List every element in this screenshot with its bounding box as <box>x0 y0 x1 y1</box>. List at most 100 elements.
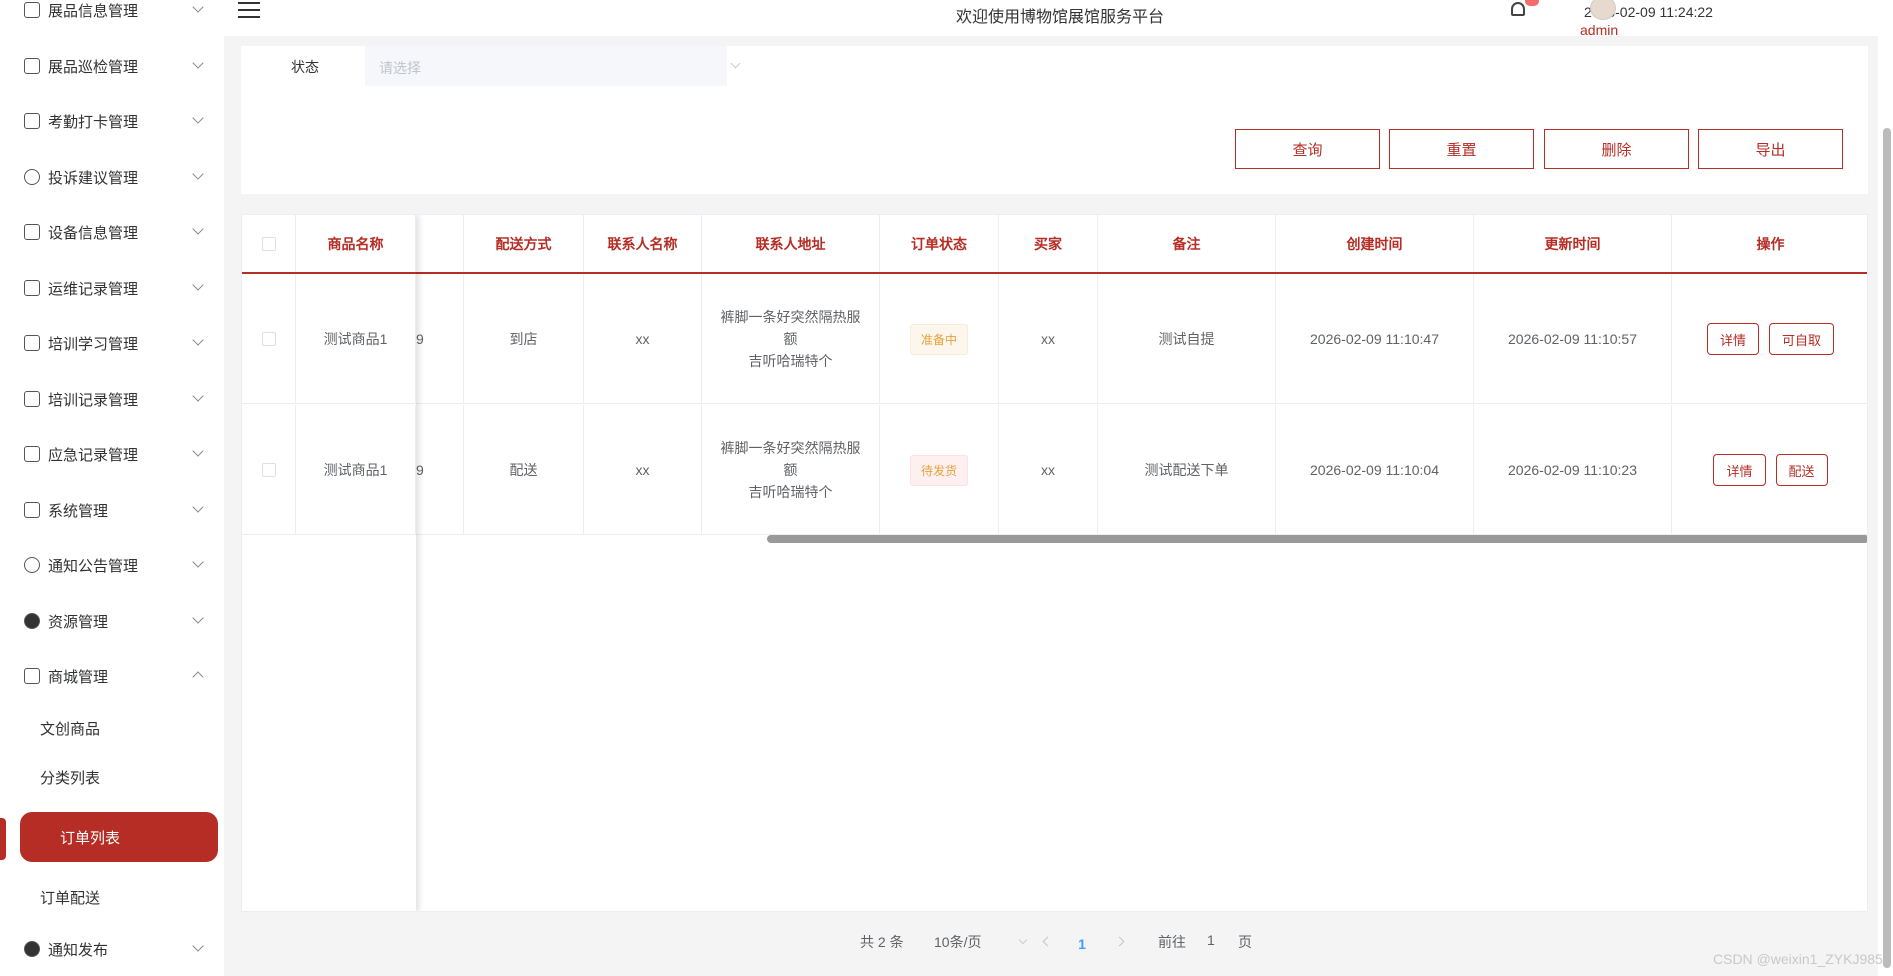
alarm-list-icon <box>24 446 40 462</box>
sidebar-item-mall[interactable]: 商城管理 <box>0 656 224 696</box>
cell-created: 2026-02-09 11:10:47 <box>1276 274 1474 404</box>
page-size-select[interactable]: 10条/页 <box>934 932 981 952</box>
col-order-status[interactable]: 订单状态 <box>880 215 999 272</box>
col-product-name[interactable]: 商品名称 <box>296 215 416 272</box>
sidebar-item-label: 商城管理 <box>48 668 109 686</box>
bulb-icon <box>24 613 40 629</box>
cell-buyer: xx <box>999 274 1098 404</box>
select-all-cell <box>242 215 296 272</box>
paperclip-icon <box>24 169 40 185</box>
sidebar-item-exhibit-info[interactable]: 展品信息管理 <box>0 0 224 30</box>
chevron-down-icon <box>192 940 204 952</box>
cell-remark: 测试自提 <box>1098 274 1276 404</box>
menu-toggle-icon[interactable] <box>238 2 260 18</box>
chevron-down-icon <box>192 390 204 402</box>
col-updated[interactable]: 更新时间 <box>1474 215 1672 272</box>
sidebar-item-emergency[interactable]: 应急记录管理 <box>0 434 224 474</box>
sidebar-item-complaints[interactable]: 投诉建议管理 <box>0 157 224 197</box>
submenu-item-label: 订单列表 <box>60 829 121 847</box>
cell-partial: 9 <box>416 274 464 404</box>
next-page-icon[interactable] <box>1114 936 1125 947</box>
reset-button[interactable]: 重置 <box>1389 129 1534 169</box>
cell-order-status: 待发货 <box>880 405 999 535</box>
sidebar-item-maintenance[interactable]: 运维记录管理 <box>0 268 224 308</box>
chevron-down-icon <box>192 1 204 13</box>
warning-circle-icon <box>24 557 40 573</box>
cell-partial: 9 <box>416 405 464 535</box>
cell-ops: 详情 配送 <box>1672 405 1867 535</box>
col-buyer[interactable]: 买家 <box>999 215 1098 272</box>
submenu-item-order-delivery[interactable]: 订单配送 <box>0 877 224 917</box>
sidebar-item-label: 资源管理 <box>48 613 109 631</box>
submenu-item-label: 文创商品 <box>40 720 101 738</box>
col-remark[interactable]: 备注 <box>1098 215 1276 272</box>
cell-buyer: xx <box>999 405 1098 535</box>
col-delivery[interactable]: 配送方式 <box>464 215 584 272</box>
pickup-button[interactable]: 可自取 <box>1769 323 1835 355</box>
sidebar-item-training-study[interactable]: 培训学习管理 <box>0 323 224 363</box>
cell-updated: 2026-02-09 11:10:23 <box>1474 405 1672 535</box>
submenu-item-category-list[interactable]: 分类列表 <box>0 757 224 797</box>
chevron-down-icon <box>192 334 204 346</box>
chevron-down-icon <box>192 223 204 235</box>
camera-icon <box>24 391 40 407</box>
cart-icon <box>24 668 40 684</box>
chevron-down-icon <box>730 58 741 69</box>
vertical-scrollbar-thumb[interactable] <box>1883 128 1891 968</box>
deliver-button[interactable]: 配送 <box>1775 454 1828 486</box>
status-select[interactable]: 请选择 <box>365 46 741 86</box>
sidebar-item-label: 设备信息管理 <box>48 224 139 242</box>
pagination-total: 共 2 条 <box>860 934 904 950</box>
status-select-placeholder: 请选择 <box>379 60 421 76</box>
goto-suffix: 页 <box>1238 934 1252 950</box>
prev-page-icon[interactable] <box>1042 936 1053 947</box>
sidebar-item-exhibit-inspection[interactable]: 展品巡检管理 <box>0 46 224 86</box>
goto-page-input[interactable]: 1 <box>1207 932 1215 948</box>
cell-contact-name: xx <box>584 274 702 404</box>
submenu-item-order-list[interactable]: 订单列表 <box>20 812 218 862</box>
chevron-down-icon <box>192 112 204 124</box>
cell-order-status: 准备中 <box>880 274 999 404</box>
username[interactable]: admin <box>1580 22 1618 38</box>
horizontal-scrollbar[interactable] <box>767 535 1867 543</box>
addr-line: 吉听哈瑞特个 <box>748 353 833 369</box>
col-contact-addr[interactable]: 联系人地址 <box>702 215 880 272</box>
cell-contact-addr: 裤脚一条好突然隔热服额 吉听哈瑞特个 <box>702 274 880 404</box>
table-row: 测试商品1 9 配送 xx 裤脚一条好突然隔热服额 吉听哈瑞特个 待发货 xx … <box>242 405 1867 535</box>
cell-remark: 测试配送下单 <box>1098 405 1276 535</box>
status-badge: 准备中 <box>909 323 968 355</box>
sidebar-item-label: 展品巡检管理 <box>48 58 139 76</box>
sidebar-item-label: 展品信息管理 <box>48 2 139 20</box>
col-ops: 操作 <box>1756 235 1785 252</box>
select-all-checkbox[interactable] <box>261 236 276 251</box>
row-checkbox[interactable] <box>261 332 276 346</box>
cell-delivery: 配送 <box>464 405 584 535</box>
sidebar-item-notices[interactable]: 通知公告管理 <box>0 545 224 585</box>
export-button[interactable]: 导出 <box>1698 129 1843 169</box>
status-badge: 待发货 <box>909 454 968 486</box>
tablet-icon <box>24 2 40 18</box>
row-checkbox[interactable] <box>261 463 276 477</box>
query-button[interactable]: 查询 <box>1235 129 1380 169</box>
detail-button[interactable]: 详情 <box>1706 323 1759 355</box>
cell-delivery: 到店 <box>464 274 584 404</box>
notebook-icon <box>24 280 40 296</box>
sidebar-item-attendance[interactable]: 考勤打卡管理 <box>0 101 224 141</box>
col-created[interactable]: 创建时间 <box>1276 215 1474 272</box>
sidebar-item-label: 考勤打卡管理 <box>48 113 139 131</box>
user-icon <box>24 941 40 957</box>
col-contact-name[interactable]: 联系人名称 <box>584 215 702 272</box>
sidebar-item-resources[interactable]: 资源管理 <box>0 601 224 641</box>
delete-button[interactable]: 删除 <box>1544 129 1689 169</box>
sidebar-item-system[interactable]: 系统管理 <box>0 490 224 530</box>
page-number-current[interactable]: 1 <box>1062 930 1102 958</box>
detail-button[interactable]: 详情 <box>1713 454 1766 486</box>
sidebar-item-equipment[interactable]: 设备信息管理 <box>0 212 224 252</box>
table-header: 商品名称 配送方式 联系人名称 联系人地址 订单状态 买家 备注 创建时间 更新… <box>242 215 1867 274</box>
status-label: 状态 <box>291 59 319 75</box>
sidebar-item-label: 通知公告管理 <box>48 557 139 575</box>
sidebar-item-training-records[interactable]: 培训记录管理 <box>0 379 224 419</box>
submenu-item-cultural-products[interactable]: 文创商品 <box>0 708 224 748</box>
chevron-down-icon <box>192 168 204 180</box>
sidebar-item-notify-publish[interactable]: 通知发布 <box>0 929 224 969</box>
